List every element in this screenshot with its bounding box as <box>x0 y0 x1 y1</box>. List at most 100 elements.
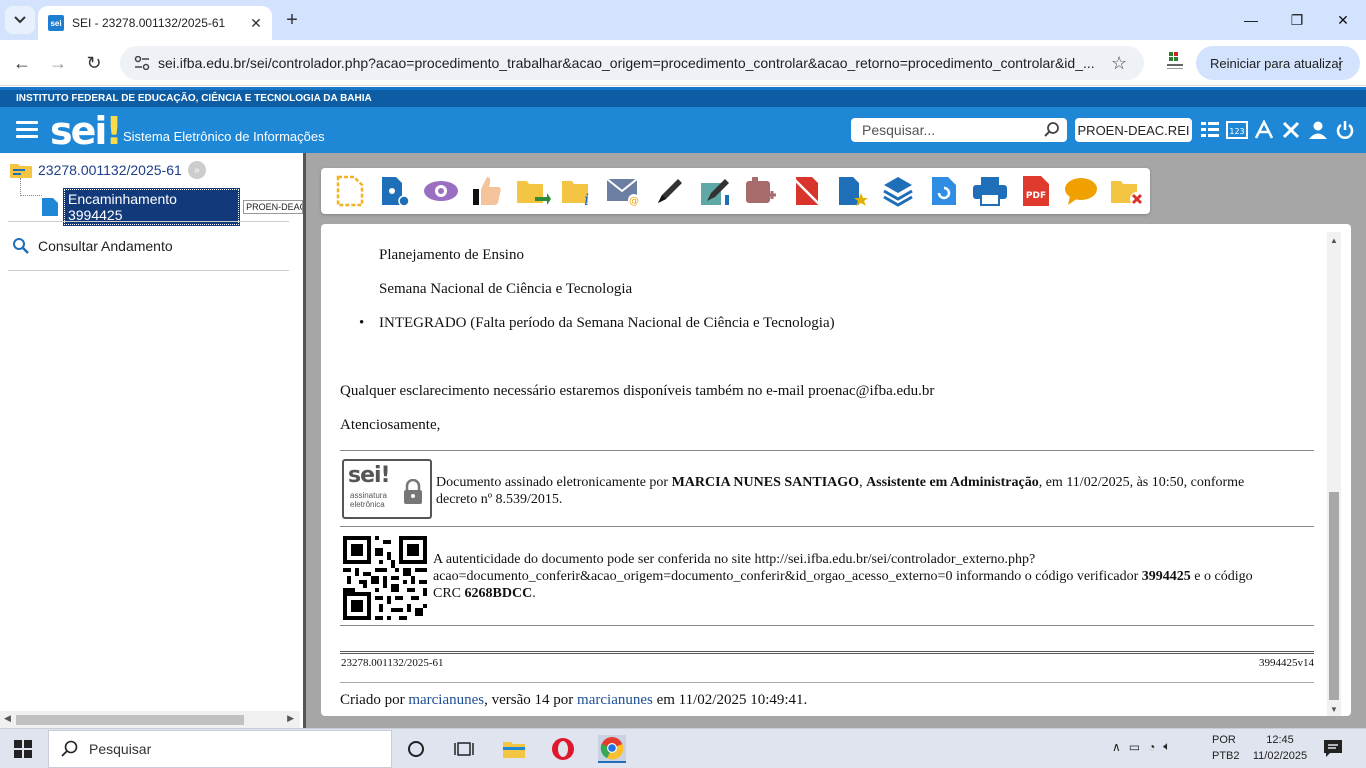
forward-arrows-icon[interactable]: » <box>187 161 206 179</box>
chevron-down-icon <box>14 16 26 24</box>
doc-text-line2: Semana Nacional de Ciência e Tecnologia <box>379 281 633 297</box>
search-icon[interactable] <box>1043 121 1061 139</box>
battery-icon[interactable]: ▭ <box>1129 740 1140 754</box>
edit-pen-icon[interactable] <box>647 171 693 211</box>
notification-center-icon[interactable] <box>1322 737 1344 759</box>
new-document-icon[interactable] <box>327 171 373 211</box>
doc-text-line1: Planejamento de Ensino <box>379 247 524 263</box>
signer-name: MARCIA NUNES SANTIAGO <box>671 475 860 490</box>
tab-search-button[interactable] <box>5 6 35 34</box>
extension-icon[interactable] <box>1163 50 1187 74</box>
cortana-circle-icon[interactable] <box>402 735 430 763</box>
browser-tab[interactable]: sei SEI - 23278.001132/2025-61 ✕ <box>38 6 272 40</box>
reload-button[interactable]: ↻ <box>80 49 108 77</box>
logout-power-icon[interactable] <box>1334 119 1356 141</box>
unit-selector[interactable]: PROEN-DEAC.REI <box>1075 118 1192 142</box>
sei-logo[interactable]: sei! <box>50 109 123 153</box>
scroll-left-icon[interactable]: ◀ <box>4 713 11 724</box>
cancel-document-icon[interactable] <box>784 171 830 211</box>
lock-icon <box>404 479 422 504</box>
scroll-down-icon[interactable]: ▼ <box>1330 705 1338 714</box>
menu-hamburger-icon[interactable] <box>16 121 38 139</box>
more-menu-icon[interactable]: ⋮ <box>1332 54 1348 74</box>
wifi-icon[interactable]: ◔ <box>1148 740 1155 754</box>
document-viewer[interactable]: Planejamento de Ensino Semana Nacional d… <box>321 224 1351 716</box>
taskbar-clock[interactable]: 12:45 11/02/2025 <box>1248 732 1312 764</box>
auth-line2-prefix: acao=documento_conferir&acao_origem=docu… <box>433 569 1142 584</box>
sig-suffix: , em 11/02/2025, às 10:50, conforme <box>1038 475 1245 490</box>
document-node[interactable]: Encaminhamento 3994425 PROEN-DEAC <box>42 188 303 226</box>
language-indicator[interactable]: POR PTB2 <box>1212 732 1240 764</box>
auth-line3: CRC 6268BDCC. <box>433 586 536 602</box>
sign-document-icon[interactable] <box>693 171 739 211</box>
process-info-icon[interactable]: i <box>556 171 602 211</box>
volume-icon[interactable]: 🔈︎ <box>1163 739 1170 754</box>
tools-icon[interactable] <box>1280 119 1302 141</box>
back-button[interactable]: ← <box>8 49 36 77</box>
forward-button[interactable]: → <box>44 49 72 77</box>
site-info-icon[interactable] <box>130 56 154 70</box>
document-icon <box>42 198 58 216</box>
clock-date: 11/02/2025 <box>1252 750 1308 762</box>
created-user-link[interactable]: marcianunes <box>408 692 484 708</box>
sei-search-placeholder: Pesquisar... <box>862 122 936 138</box>
auth-line3-suffix: . <box>532 586 536 601</box>
scroll-up-icon[interactable]: ▲ <box>1330 236 1338 245</box>
view-eye-icon[interactable] <box>418 171 464 211</box>
signer-role: Assistente em Administração <box>866 475 1039 490</box>
chrome-browser-icon[interactable] <box>598 735 626 763</box>
font-size-icon[interactable] <box>1253 119 1275 141</box>
tree-connector <box>20 178 42 196</box>
like-hand-icon[interactable] <box>464 171 510 211</box>
address-bar[interactable]: sei.ifba.edu.br/sei/controlador.php?acao… <box>120 46 1144 80</box>
pdf-icon[interactable]: PDF <box>1013 171 1059 211</box>
scrollbar-thumb[interactable] <box>1329 492 1339 700</box>
lang-line2: PTB2 <box>1212 750 1240 762</box>
show-hidden-icons-chevron-icon[interactable]: ∧ <box>1112 740 1121 754</box>
close-tab-icon[interactable]: ✕ <box>246 13 266 33</box>
send-process-icon[interactable] <box>510 171 556 211</box>
document-label[interactable]: Encaminhamento 3994425 <box>62 188 241 226</box>
numeric-icon[interactable]: 123 <box>1226 119 1248 141</box>
bullet-marker: • <box>359 315 365 331</box>
auth-line2: acao=documento_conferir&acao_origem=docu… <box>433 569 1253 585</box>
taskbar-search-input[interactable]: Pesquisar <box>48 730 392 768</box>
send-email-icon[interactable]: @ <box>601 171 647 211</box>
user-icon[interactable] <box>1307 119 1329 141</box>
version-user-link[interactable]: marcianunes <box>577 692 653 708</box>
add-to-block-icon[interactable] <box>738 171 784 211</box>
comment-icon[interactable] <box>1059 171 1105 211</box>
restart-to-update-button[interactable]: Reiniciar para atualizar ⋮ <box>1196 46 1360 80</box>
close-process-icon[interactable] <box>1104 171 1150 211</box>
reload-document-icon[interactable] <box>921 171 967 211</box>
close-window-button[interactable]: ✕ <box>1320 8 1366 32</box>
horizontal-scrollbar[interactable]: ◀ ▶ <box>0 711 300 728</box>
favorite-document-icon[interactable] <box>830 171 876 211</box>
process-node[interactable]: 23278.001132/2025-61 » <box>10 161 206 179</box>
minimize-button[interactable]: — <box>1228 8 1274 32</box>
divider <box>340 526 1314 527</box>
seal-subtitle: assinatura eletrônica <box>350 491 387 509</box>
footer-process-number: 23278.001132/2025-61 <box>341 657 444 669</box>
file-explorer-icon[interactable] <box>500 735 528 763</box>
scroll-right-icon[interactable]: ▶ <box>287 713 294 724</box>
controle-processos-icon[interactable] <box>1199 119 1221 141</box>
document-vertical-scrollbar[interactable]: ▲ ▼ <box>1327 232 1341 716</box>
new-tab-button[interactable]: + <box>280 8 304 32</box>
process-number[interactable]: 23278.001132/2025-61 <box>38 162 182 178</box>
print-icon[interactable] <box>967 171 1013 211</box>
bookmark-star-icon[interactable]: ☆ <box>1111 53 1135 74</box>
opera-browser-icon[interactable] <box>549 735 577 763</box>
consultar-andamento-link[interactable]: Consultar Andamento <box>12 237 173 255</box>
scrollbar-thumb[interactable] <box>16 715 244 725</box>
signature-line2: decreto nº 8.539/2015. <box>436 492 563 507</box>
document-settings-icon[interactable] <box>373 171 419 211</box>
restore-button[interactable]: ❐ <box>1274 8 1320 32</box>
qr-code-icon <box>343 536 427 620</box>
sei-search-input[interactable]: Pesquisar... <box>851 118 1067 142</box>
svg-text:i: i <box>584 190 589 207</box>
seal-sub2: eletrônica <box>350 500 385 509</box>
task-view-icon[interactable] <box>450 735 478 763</box>
windows-start-icon[interactable] <box>14 740 32 758</box>
layers-icon[interactable] <box>876 171 922 211</box>
